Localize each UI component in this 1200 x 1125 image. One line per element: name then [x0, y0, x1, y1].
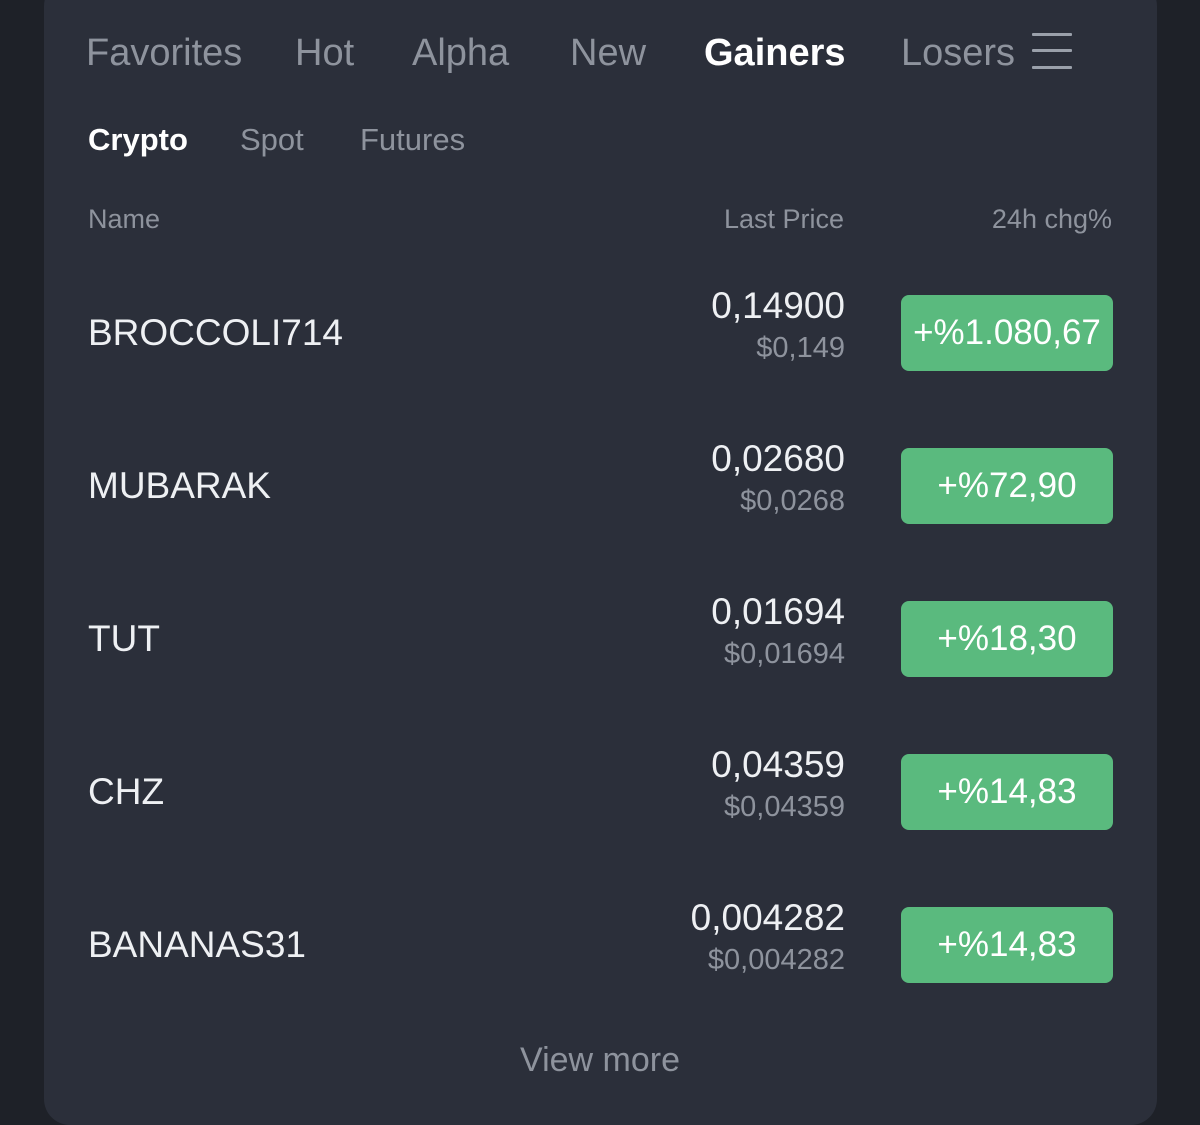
- coin-name: MUBARAK: [88, 465, 271, 506]
- tab-hot[interactable]: Hot: [295, 28, 354, 78]
- coin-name: CHZ: [88, 771, 165, 812]
- last-price: 0,14900: [711, 285, 845, 326]
- usd-price: $0,01694: [724, 638, 845, 670]
- column-header-last-price[interactable]: Last Price: [724, 201, 844, 237]
- table-row[interactable]: BANANAS31 0,004282 $0,004282 +%14,83: [88, 890, 1113, 1000]
- change-badge[interactable]: +%18,30: [901, 601, 1113, 677]
- tab-favorites[interactable]: Favorites: [86, 28, 242, 78]
- usd-price: $0,04359: [724, 791, 845, 823]
- change-badge[interactable]: +%14,83: [901, 907, 1113, 983]
- hamburger-menu-icon[interactable]: [1032, 31, 1072, 71]
- tab-gainers[interactable]: Gainers: [704, 28, 846, 78]
- subtab-futures[interactable]: Futures: [360, 120, 465, 160]
- column-header-name[interactable]: Name: [88, 201, 160, 237]
- subtab-spot[interactable]: Spot: [240, 120, 304, 160]
- usd-price: $0,004282: [707, 944, 845, 976]
- last-price: 0,04359: [711, 744, 845, 785]
- table-row[interactable]: MUBARAK 0,02680 $0,0268 +%72,90: [88, 431, 1113, 541]
- coin-name: TUT: [88, 618, 160, 659]
- usd-price: $0,0268: [740, 485, 845, 517]
- view-more-link[interactable]: View more: [0, 1038, 1200, 1082]
- last-price: 0,02680: [711, 438, 845, 479]
- coin-name: BROCCOLI714: [88, 312, 343, 353]
- change-badge[interactable]: +%72,90: [901, 448, 1113, 524]
- change-badge[interactable]: +%14,83: [901, 754, 1113, 830]
- change-badge[interactable]: +%1.080,67: [901, 295, 1113, 371]
- coin-name: BANANAS31: [88, 924, 306, 965]
- category-tabs: Favorites Hot Alpha New Gainers Losers: [44, 28, 1114, 78]
- tab-new[interactable]: New: [570, 28, 646, 78]
- tab-losers[interactable]: Losers: [901, 28, 1015, 78]
- tab-alpha[interactable]: Alpha: [412, 28, 509, 78]
- usd-price: $0,149: [756, 332, 845, 364]
- last-price: 0,004282: [690, 897, 845, 938]
- last-price: 0,01694: [711, 591, 845, 632]
- table-row[interactable]: BROCCOLI714 0,14900 $0,149 +%1.080,67: [88, 278, 1113, 388]
- table-row[interactable]: CHZ 0,04359 $0,04359 +%14,83: [88, 737, 1113, 847]
- subtab-crypto[interactable]: Crypto: [88, 120, 188, 160]
- column-header-24h-change[interactable]: 24h chg%: [992, 201, 1112, 237]
- table-row[interactable]: TUT 0,01694 $0,01694 +%18,30: [88, 584, 1113, 694]
